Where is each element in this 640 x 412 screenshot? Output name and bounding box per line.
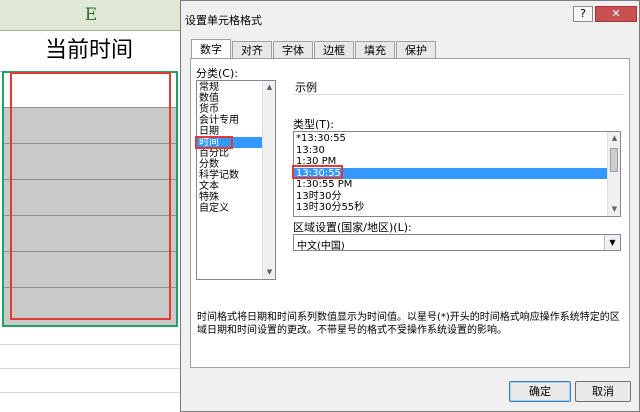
column-header-e[interactable]: E	[0, 0, 182, 31]
category-list[interactable]: 常规 数值 货币 会计专用 日期 时间 百分比 分数 科学记数 文本 特殊 自定义 ▲ ▼	[196, 80, 276, 280]
description-text: 时间格式将日期和时间系列数值显示为时间值。以星号(*)开头的时间格式响应操作系统…	[197, 312, 620, 336]
category-scrollbar[interactable]: ▲ ▼	[262, 81, 275, 279]
grid-line	[0, 392, 182, 393]
scroll-down-icon[interactable]: ▼	[608, 203, 621, 216]
sample-label: 示例	[295, 81, 317, 94]
type-item[interactable]: 13:30	[294, 145, 620, 157]
chevron-down-icon[interactable]: ▼	[604, 235, 620, 250]
cancel-button[interactable]: 取消	[575, 381, 631, 402]
scroll-up-icon[interactable]: ▲	[608, 132, 621, 145]
type-scrollbar[interactable]: ▲ ▼	[607, 132, 620, 216]
scroll-up-icon[interactable]: ▲	[263, 81, 276, 94]
grid-line	[0, 368, 182, 369]
annotation-box-cells	[10, 72, 171, 320]
ok-button[interactable]: 确定	[509, 381, 571, 402]
dialog-title: 设置单元格格式	[185, 14, 262, 27]
type-item[interactable]: 13时30分55秒	[294, 202, 620, 214]
header-cell[interactable]: 当前时间	[0, 31, 178, 72]
type-label: 类型(T):	[293, 118, 335, 131]
annotation-box-type	[292, 165, 343, 179]
locale-select[interactable]: 中文(中国) ▼	[293, 234, 621, 252]
format-cells-dialog: 设置单元格格式 ? ✕ 数字 对齐 字体 边框 填充 保护 分类(C): 常规 数值 货币 会计…	[180, 0, 640, 412]
type-item[interactable]: 1:30:55 PM	[294, 179, 620, 191]
annotation-box-category	[195, 136, 233, 149]
close-button[interactable]: ✕	[595, 6, 637, 22]
tab-0[interactable]: 数字	[191, 39, 231, 60]
scroll-down-icon[interactable]: ▼	[263, 266, 276, 279]
tab-strip: 数字 对齐 字体 边框 填充 保护	[191, 39, 437, 60]
number-tab-panel: 分类(C): 常规 数值 货币 会计专用 日期 时间 百分比 分数 科学记数 文本 特殊 自定义 ▲ …	[190, 58, 630, 368]
sample-divider	[293, 94, 623, 95]
spreadsheet-area: E 当前时间	[0, 0, 182, 412]
locale-label: 区域设置(国家/地区)(L):	[293, 221, 412, 234]
grid-line	[0, 344, 182, 345]
scroll-thumb[interactable]	[610, 148, 618, 172]
type-item[interactable]: 13时30分	[294, 191, 620, 203]
locale-value: 中文(中国)	[297, 241, 345, 252]
type-item[interactable]: *13:30:55	[294, 133, 620, 145]
help-button[interactable]: ?	[573, 6, 593, 22]
category-label: 分类(C):	[196, 67, 238, 80]
dialog-titlebar[interactable]: 设置单元格格式 ? ✕	[181, 1, 639, 33]
